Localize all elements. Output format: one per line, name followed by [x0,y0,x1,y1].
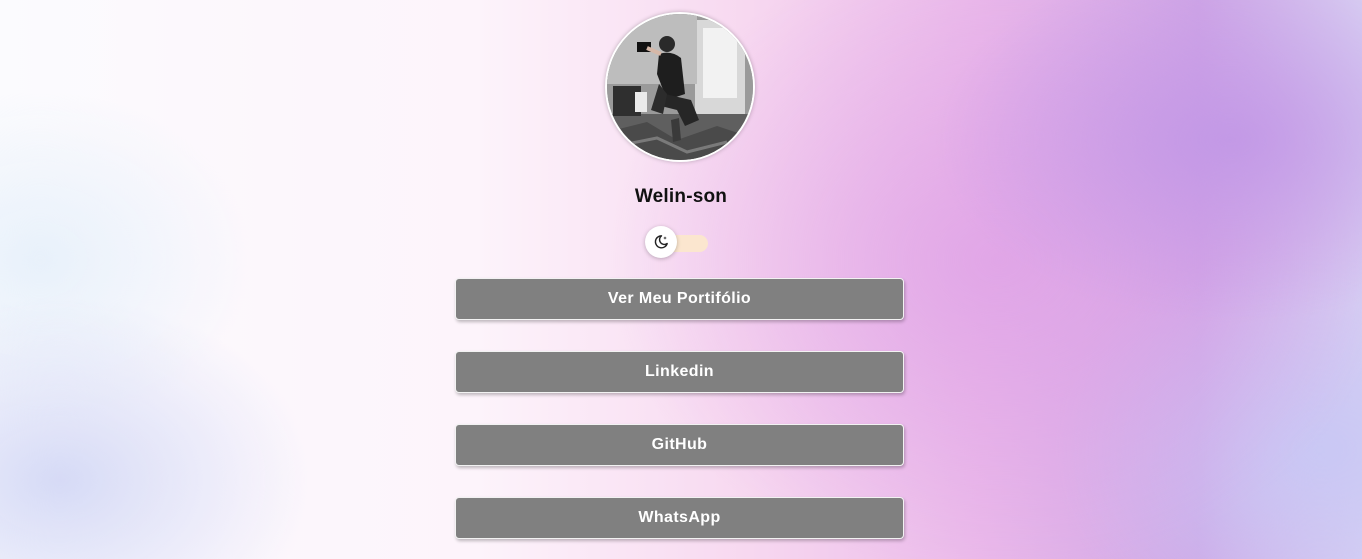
portfolio-button[interactable]: Ver Meu Portifólio [455,278,904,320]
theme-toggle[interactable] [645,226,709,258]
link-list: Ver Meu Portifólio Linkedin GitHub Whats… [455,278,904,559]
profile-photo [607,14,753,160]
whatsapp-button[interactable]: WhatsApp [455,497,904,539]
profile-name: Welin-son [634,186,728,207]
moon-icon [654,235,668,249]
avatar [605,12,755,162]
linkedin-button[interactable]: Linkedin [455,351,904,393]
toggle-knob[interactable] [645,226,677,258]
github-button[interactable]: GitHub [455,424,904,466]
